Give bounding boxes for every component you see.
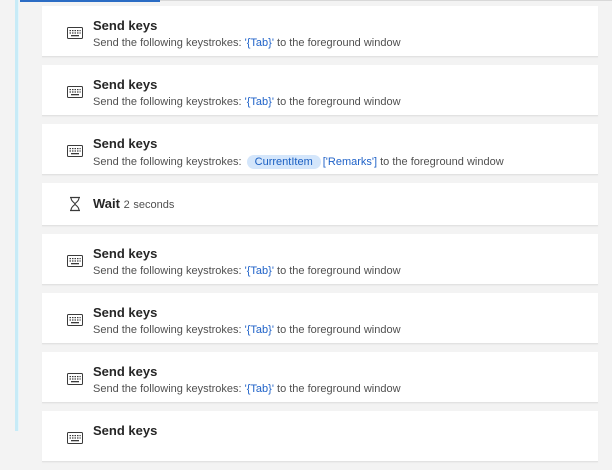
wait-seconds-unit: seconds (133, 199, 175, 211)
description-prefix: Send the following keystrokes: (93, 383, 242, 395)
action-description: Send the following keystrokes: '{Tab}' t… (93, 265, 401, 277)
keystroke-value: '{Tab}' (244, 96, 274, 108)
keystroke-value: '{Tab}' (244, 383, 274, 395)
keystroke-value: '{Tab}' (244, 37, 274, 49)
description-suffix: to the foreground window (277, 96, 401, 108)
description-prefix: Send the following keystrokes: (93, 324, 242, 336)
action-title: Send keys (93, 364, 158, 379)
action-title: Send keys (93, 18, 158, 33)
action-list: Send keys Send the following keystrokes: … (42, 6, 598, 470)
action-description: Send the following keystrokes: '{Tab}' t… (93, 383, 401, 395)
action-send-keys[interactable]: Send keys Send the following keystrokes: … (42, 234, 598, 285)
block-guide-line-inner (18, 0, 19, 431)
action-title: Send keys (93, 246, 158, 261)
keyboard-icon (67, 85, 83, 98)
keystroke-value: '{Tab}' (244, 324, 274, 336)
keyboard-icon (67, 26, 83, 39)
action-description: Send the following keystrokes: CurrentIt… (93, 155, 504, 169)
description-suffix: to the foreground window (277, 324, 401, 336)
description-suffix: to the foreground window (277, 383, 401, 395)
description-suffix: to the foreground window (277, 265, 401, 277)
action-description: Send the following keystrokes: '{Tab}' t… (93, 37, 401, 49)
keyboard-icon (67, 313, 83, 326)
keyboard-icon (67, 254, 83, 267)
description-prefix: Send the following keystrokes: (93, 265, 242, 277)
action-description: Send the following keystrokes: '{Tab}' t… (93, 324, 401, 336)
action-send-keys[interactable]: Send keys (42, 411, 598, 462)
description-prefix: Send the following keystrokes: (93, 96, 242, 108)
variable-pill: CurrentItem (246, 155, 321, 169)
action-send-keys[interactable]: Send keys Send the following keystrokes: … (42, 293, 598, 344)
wait-seconds-value: 2 (123, 199, 130, 211)
action-title: Wait (93, 196, 120, 211)
action-send-keys[interactable]: Send keys Send the following keystrokes: … (42, 6, 598, 57)
variable-property: ['Remarks'] (322, 156, 378, 168)
wait-title-line: Wait 2 seconds (93, 196, 174, 211)
action-title: Send keys (93, 136, 158, 151)
action-title: Send keys (93, 305, 158, 320)
action-description: Send the following keystrokes: '{Tab}' t… (93, 96, 401, 108)
action-send-keys[interactable]: Send keys Send the following keystrokes: … (42, 65, 598, 116)
description-suffix: to the foreground window (277, 37, 401, 49)
action-wait[interactable]: Wait 2 seconds (42, 183, 598, 226)
action-send-keys[interactable]: Send keys Send the following keystrokes: … (42, 352, 598, 403)
keyboard-icon (67, 144, 83, 157)
action-title: Send keys (93, 77, 158, 92)
keyboard-icon (67, 372, 83, 385)
selected-tab-indicator (20, 0, 160, 2)
description-prefix: Send the following keystrokes: (93, 37, 242, 49)
keystroke-value: '{Tab}' (244, 265, 274, 277)
description-prefix: Send the following keystrokes: (93, 156, 242, 168)
keyboard-icon (67, 431, 83, 444)
hourglass-icon (67, 196, 83, 212)
description-suffix: to the foreground window (380, 156, 504, 168)
top-divider (160, 0, 612, 1)
action-send-keys[interactable]: Send keys Send the following keystrokes: … (42, 124, 598, 175)
